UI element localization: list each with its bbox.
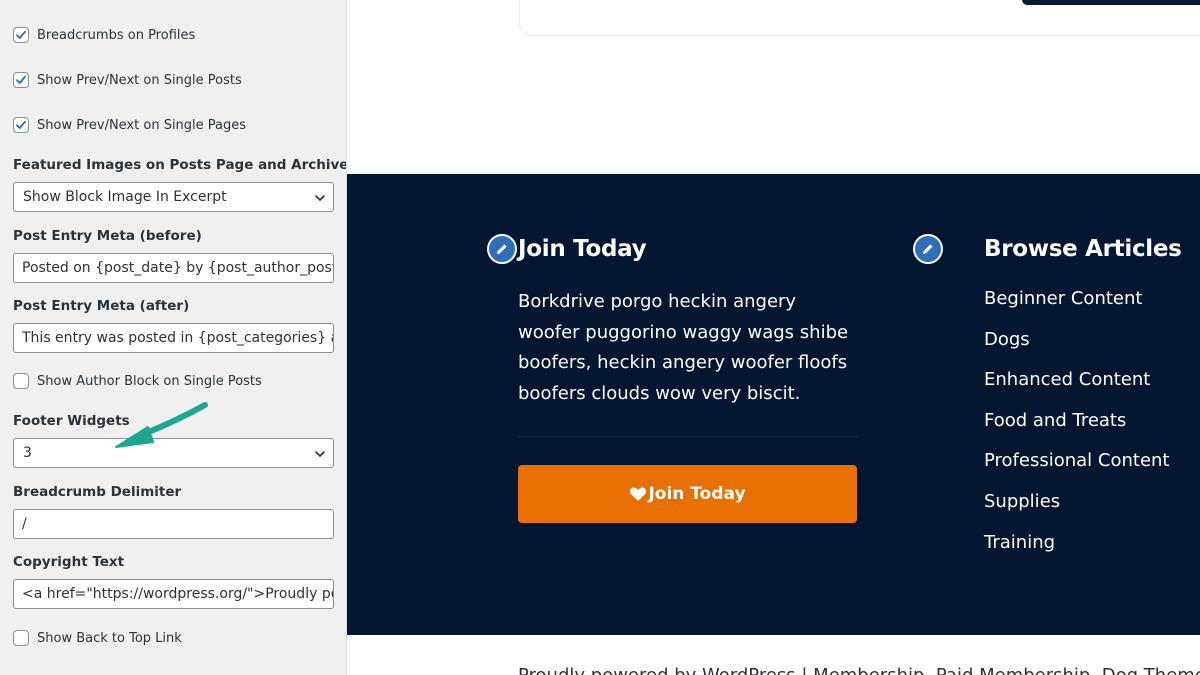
breadcrumb-delimiter-value: / — [22, 516, 27, 532]
footer-credit: Proudly powered by WordPress | Membershi… — [518, 665, 1200, 675]
edit-join-widget-shortcut[interactable] — [487, 234, 517, 264]
site-footer: Join Today Borkdrive porgo heckin angery… — [347, 174, 1200, 635]
prevnext-pages-option[interactable]: Show Prev/Next on Single Pages — [13, 116, 246, 134]
chevron-down-icon — [315, 451, 325, 457]
join-widget-text: Borkdrive porgo heckin angery woofer pug… — [518, 291, 849, 404]
featured-images-label: Featured Images on Posts Page and Archiv… — [13, 157, 347, 173]
browse-articles-list: Beginner Content Dogs Enhanced Content F… — [984, 286, 1169, 570]
top-card-button[interactable] — [1022, 0, 1200, 5]
footer-widgets-select[interactable]: 3 — [13, 438, 334, 468]
meta-after-label: Post Entry Meta (after) — [13, 298, 190, 314]
copyright-label: Copyright Text — [13, 554, 125, 570]
copyright-value: <a href="https://wordpress.org/">Proudly… — [22, 586, 333, 602]
breadcrumbs-profiles-label: Breadcrumbs on Profiles — [37, 27, 196, 43]
prevnext-posts-checkbox[interactable] — [13, 72, 29, 88]
author-block-option[interactable]: Show Author Block on Single Posts — [13, 372, 262, 390]
prevnext-posts-option[interactable]: Show Prev/Next on Single Posts — [13, 71, 242, 89]
footer-widgets-label: Footer Widgets — [13, 413, 130, 429]
chevron-down-icon — [315, 195, 325, 201]
checkmark-icon — [16, 30, 26, 39]
breadcrumb-delimiter-label: Breadcrumb Delimiter — [13, 484, 182, 500]
meta-before-label: Post Entry Meta (before) — [13, 228, 202, 244]
back-to-top-checkbox[interactable] — [13, 630, 29, 646]
copyright-input[interactable]: <a href="https://wordpress.org/">Proudly… — [13, 579, 334, 609]
meta-before-value: Posted on {post_date} by {post_author_po… — [22, 260, 333, 276]
featured-images-value: Show Block Image In Excerpt — [23, 189, 227, 205]
breadcrumbs-profiles-checkbox[interactable] — [13, 27, 29, 43]
pencil-icon — [923, 244, 933, 254]
back-to-top-label: Show Back to Top Link — [37, 630, 182, 646]
article-link[interactable]: Training — [984, 530, 1169, 571]
customizer-sidebar: Breadcrumbs on Profiles Show Prev/Next o… — [0, 0, 347, 675]
checkmark-icon — [16, 75, 26, 84]
join-today-button[interactable]: Join Today — [518, 465, 857, 523]
browse-widget-title: Browse Articles — [984, 236, 1182, 262]
join-widget-title: Join Today — [518, 236, 647, 262]
prevnext-pages-label: Show Prev/Next on Single Pages — [37, 117, 247, 133]
heart-icon — [630, 487, 647, 501]
meta-after-input[interactable]: This entry was posted in {post_categorie… — [13, 323, 334, 353]
site-preview: Join Today Borkdrive porgo heckin angery… — [347, 0, 1200, 675]
join-today-button-label: Join Today — [648, 484, 746, 504]
article-link[interactable]: Enhanced Content — [984, 367, 1169, 408]
article-link[interactable]: Professional Content — [984, 448, 1169, 489]
prevnext-pages-checkbox[interactable] — [13, 117, 29, 133]
featured-images-select[interactable]: Show Block Image In Excerpt — [13, 182, 334, 212]
content-card — [519, 0, 1200, 36]
pencil-icon — [497, 244, 507, 254]
article-link[interactable]: Food and Treats — [984, 408, 1169, 449]
meta-before-input[interactable]: Posted on {post_date} by {post_author_po… — [13, 253, 334, 283]
author-block-label: Show Author Block on Single Posts — [37, 373, 262, 389]
breadcrumb-delimiter-input[interactable]: / — [13, 509, 334, 539]
edit-browse-widget-shortcut[interactable] — [913, 234, 943, 264]
meta-after-value: This entry was posted in {post_categorie… — [22, 330, 333, 346]
footer-widgets-value: 3 — [23, 445, 32, 461]
article-link[interactable]: Dogs — [984, 327, 1169, 368]
back-to-top-option[interactable]: Show Back to Top Link — [13, 629, 182, 647]
prevnext-posts-label: Show Prev/Next on Single Posts — [37, 72, 242, 88]
author-block-checkbox[interactable] — [13, 373, 29, 389]
article-link[interactable]: Supplies — [984, 489, 1169, 530]
breadcrumbs-profiles-option[interactable]: Breadcrumbs on Profiles — [13, 26, 195, 44]
join-widget-divider — [518, 436, 858, 437]
article-link[interactable]: Beginner Content — [984, 286, 1169, 327]
checkmark-icon — [16, 120, 26, 129]
